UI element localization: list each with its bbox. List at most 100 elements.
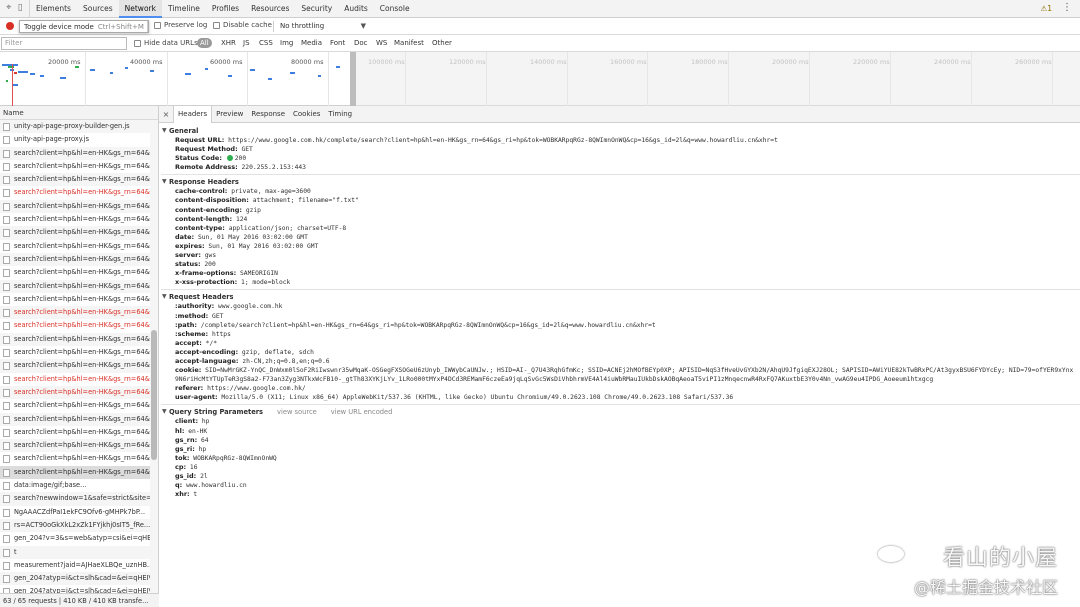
checkbox-box[interactable] bbox=[154, 21, 161, 29]
preserve-log-checkbox[interactable]: Preserve log bbox=[154, 21, 207, 29]
device-mode-icon[interactable]: ▯ bbox=[18, 4, 23, 13]
header-row: :path: /complete/search?client=hp&hl=en-… bbox=[161, 321, 1080, 330]
request-row[interactable]: unity-api-page-proxy-builder-gen.js bbox=[0, 120, 158, 134]
request-row[interactable]: search?client=hp&hl=en-HK&gs_rn=64&g... bbox=[0, 332, 158, 347]
request-row[interactable]: search?client=hp&hl=en-HK&gs_rn=64&g... bbox=[0, 186, 158, 199]
checkbox-box[interactable] bbox=[213, 21, 220, 29]
request-row[interactable]: search?client=hp&hl=en-HK&gs_rn=64&g... bbox=[0, 252, 158, 267]
request-row[interactable]: search?client=hp&hl=en-HK&gs_rn=64&g... bbox=[0, 279, 158, 293]
request-row[interactable]: search?newwindow=1&safe=strict&site=... bbox=[0, 492, 158, 506]
request-row[interactable]: search?client=hp&hl=en-HK&gs_rn=64&g... bbox=[0, 359, 158, 373]
timeline-unselected-region[interactable] bbox=[353, 52, 1080, 106]
request-row[interactable]: search?client=hp&hl=en-HK&gs_rn=64&g... bbox=[0, 426, 158, 439]
panel-tab-profiles[interactable]: Profiles bbox=[206, 0, 245, 18]
request-row[interactable]: search?client=hp&hl=en-HK&gs_rn=64&g... bbox=[0, 173, 158, 187]
request-name: search?client=hp&hl=en-HK&gs_rn=64&g... bbox=[14, 454, 158, 463]
request-row[interactable]: search?client=hp&hl=en-HK&gs_rn=64&g... bbox=[0, 399, 158, 412]
panel-tab-elements[interactable]: Elements bbox=[30, 0, 77, 18]
request-row[interactable]: NgAAACZdfPaI1ekFC9Ofv6-gMHPk7bP... bbox=[0, 506, 158, 519]
request-row[interactable]: search?client=hp&hl=en-HK&gs_rn=64&g... bbox=[0, 146, 158, 160]
detail-tab-response[interactable]: Response bbox=[247, 106, 289, 123]
request-row[interactable]: search?client=hp&hl=en-HK&gs_rn=64&g... bbox=[0, 240, 158, 253]
request-row[interactable]: search?client=hp&hl=en-HK&gs_rn=64&g... bbox=[0, 346, 158, 359]
request-name: measurement?jaid=AJHaeXLBQe_uznHB... bbox=[14, 560, 154, 569]
request-row[interactable]: search?client=hp&hl=en-HK&gs_rn=64&g... bbox=[0, 199, 158, 214]
filter-type-css[interactable]: CSS bbox=[259, 39, 273, 47]
inspect-element-icon[interactable]: ⌖ bbox=[6, 4, 11, 13]
request-row[interactable]: search?client=hp&hl=en-HK&gs_rn=64&g... bbox=[0, 452, 158, 465]
header-value: attachment; filename="f.txt" bbox=[252, 197, 359, 205]
header-key: cp: bbox=[175, 462, 187, 471]
header-key: gs_rn: bbox=[175, 435, 198, 444]
panel-tab-resources[interactable]: Resources bbox=[245, 0, 295, 18]
request-row[interactable]: t bbox=[0, 545, 158, 559]
request-row[interactable]: gen_204?atyp=i&ct=slh&cad=&ei=qHEIV... bbox=[0, 572, 158, 586]
disable-cache-checkbox[interactable]: Disable cache bbox=[213, 21, 272, 29]
request-row[interactable]: gen_204?atyp=i&ct=slh&cad=&ei=qHEIV... bbox=[0, 585, 158, 593]
panel-tab-security[interactable]: Security bbox=[295, 0, 338, 18]
request-name: search?client=hp&hl=en-HK&gs_rn=64&g... bbox=[14, 348, 158, 357]
detail-tab-headers[interactable]: Headers bbox=[173, 105, 213, 123]
filter-type-js[interactable]: JS bbox=[243, 39, 250, 47]
more-options-icon[interactable]: ⋮ bbox=[1062, 2, 1072, 13]
request-row[interactable]: search?client=hp&hl=en-HK&gs_rn=64&g... bbox=[0, 385, 158, 400]
header-key: referer: bbox=[175, 384, 204, 393]
panel-tab-sources[interactable]: Sources bbox=[77, 0, 119, 18]
timeline-overview[interactable]: 20000 ms 40000 ms 60000 ms 80000 ms 100000 m… bbox=[0, 52, 1080, 106]
request-row[interactable]: search?client=hp&hl=en-HK&gs_rn=64&g... bbox=[0, 306, 158, 320]
checkbox-box[interactable] bbox=[134, 39, 141, 47]
request-row[interactable]: search?client=hp&hl=en-HK&gs_rn=64&g... bbox=[0, 160, 158, 173]
general-section-title[interactable]: ▼ General bbox=[161, 126, 1080, 136]
header-row: content-length: 124 bbox=[161, 215, 1080, 224]
record-icon[interactable] bbox=[6, 22, 14, 30]
request-row[interactable]: unity-api-page-proxy.js bbox=[0, 133, 158, 146]
panel-tab-audits[interactable]: Audits bbox=[338, 0, 374, 18]
throttling-select[interactable]: No throttling ▼ bbox=[276, 20, 370, 33]
panel-tab-network[interactable]: Network bbox=[118, 0, 162, 18]
view-source-link[interactable]: view source bbox=[277, 408, 317, 416]
waterfall-bar bbox=[318, 75, 321, 77]
filter-type-font[interactable]: Font bbox=[330, 39, 345, 47]
request-row[interactable]: search?client=hp&hl=en-HK&gs_rn=64&g... bbox=[0, 213, 158, 226]
filter-type-ws[interactable]: WS bbox=[376, 39, 387, 47]
expand-triangle-icon: ▼ bbox=[162, 408, 167, 416]
detail-tab-timing[interactable]: Timing bbox=[324, 106, 356, 123]
request-row[interactable]: data:image/gif;base... bbox=[0, 479, 158, 492]
detail-tab-cookies[interactable]: Cookies bbox=[289, 106, 324, 123]
filter-input[interactable]: Filter bbox=[1, 37, 127, 50]
request-row[interactable]: search?client=hp&hl=en-HK&gs_rn=64&g... bbox=[0, 266, 158, 279]
request-row[interactable]: search?client=hp&hl=en-HK&gs_rn=64&g... bbox=[0, 293, 158, 306]
filter-type-manifest[interactable]: Manifest bbox=[394, 39, 424, 47]
request-row[interactable]: search?client=hp&hl=en-HK&gs_rn=64&g... bbox=[0, 226, 158, 240]
request-headers-section-title[interactable]: ▼ Request Headers bbox=[161, 292, 1080, 302]
hide-data-urls-checkbox[interactable]: Hide data URLs bbox=[134, 39, 198, 47]
request-row[interactable]: search?client=hp&hl=en-HK&gs_rn=64&g... bbox=[0, 439, 158, 453]
panel-tab-timeline[interactable]: Timeline bbox=[162, 0, 206, 18]
filter-type-img[interactable]: Img bbox=[280, 39, 293, 47]
request-row[interactable]: search?client=hp&hl=en-HK&gs_rn=64&g... bbox=[0, 319, 158, 332]
close-icon[interactable]: × bbox=[159, 110, 173, 119]
warning-counter[interactable]: ⚠1 bbox=[1040, 4, 1052, 13]
detail-tab-preview[interactable]: Preview bbox=[212, 106, 247, 123]
scrollbar-thumb[interactable] bbox=[151, 330, 157, 460]
name-column-header[interactable]: Name bbox=[0, 106, 158, 120]
request-row[interactable]: measurement?jaid=AJHaeXLBQe_uznHB... bbox=[0, 559, 158, 572]
panel-tab-console[interactable]: Console bbox=[374, 0, 416, 18]
filter-type-doc[interactable]: Doc bbox=[354, 39, 368, 47]
filter-type-media[interactable]: Media bbox=[301, 39, 322, 47]
header-value: hp bbox=[201, 418, 210, 426]
query-params-section-title[interactable]: ▼ Query String Parameters view source view … bbox=[161, 407, 1080, 417]
timeline-range-handle[interactable] bbox=[350, 52, 356, 106]
view-url-encoded-link[interactable]: view URL encoded bbox=[331, 408, 393, 416]
filter-type-other[interactable]: Other bbox=[432, 39, 452, 47]
response-headers-section-title[interactable]: ▼ Response Headers bbox=[161, 177, 1080, 187]
filter-type-xhr[interactable]: XHR bbox=[221, 39, 236, 47]
request-row[interactable]: search?client=hp&hl=en-HK&gs_rn=64&g... bbox=[0, 465, 158, 480]
filter-type-all[interactable]: All bbox=[197, 38, 212, 48]
request-row[interactable]: search?client=hp&hl=en-HK&gs_rn=64&g... bbox=[0, 412, 158, 426]
header-key: x-xss-protection: bbox=[175, 278, 238, 287]
request-row[interactable]: rs=ACT90oGkXkL2xZk1FYjkhj0sIT5_fRe... bbox=[0, 518, 158, 533]
request-row[interactable]: search?client=hp&hl=en-HK&gs_rn=64&g... bbox=[0, 373, 158, 386]
request-row[interactable]: gen_204?v=3&s=web&atyp=csi&ei=qHEl... bbox=[0, 532, 158, 545]
header-row: cookie: SID=NwMrGKZ-YnQC_DnWxm0lSoF2RiIw… bbox=[161, 366, 1080, 384]
